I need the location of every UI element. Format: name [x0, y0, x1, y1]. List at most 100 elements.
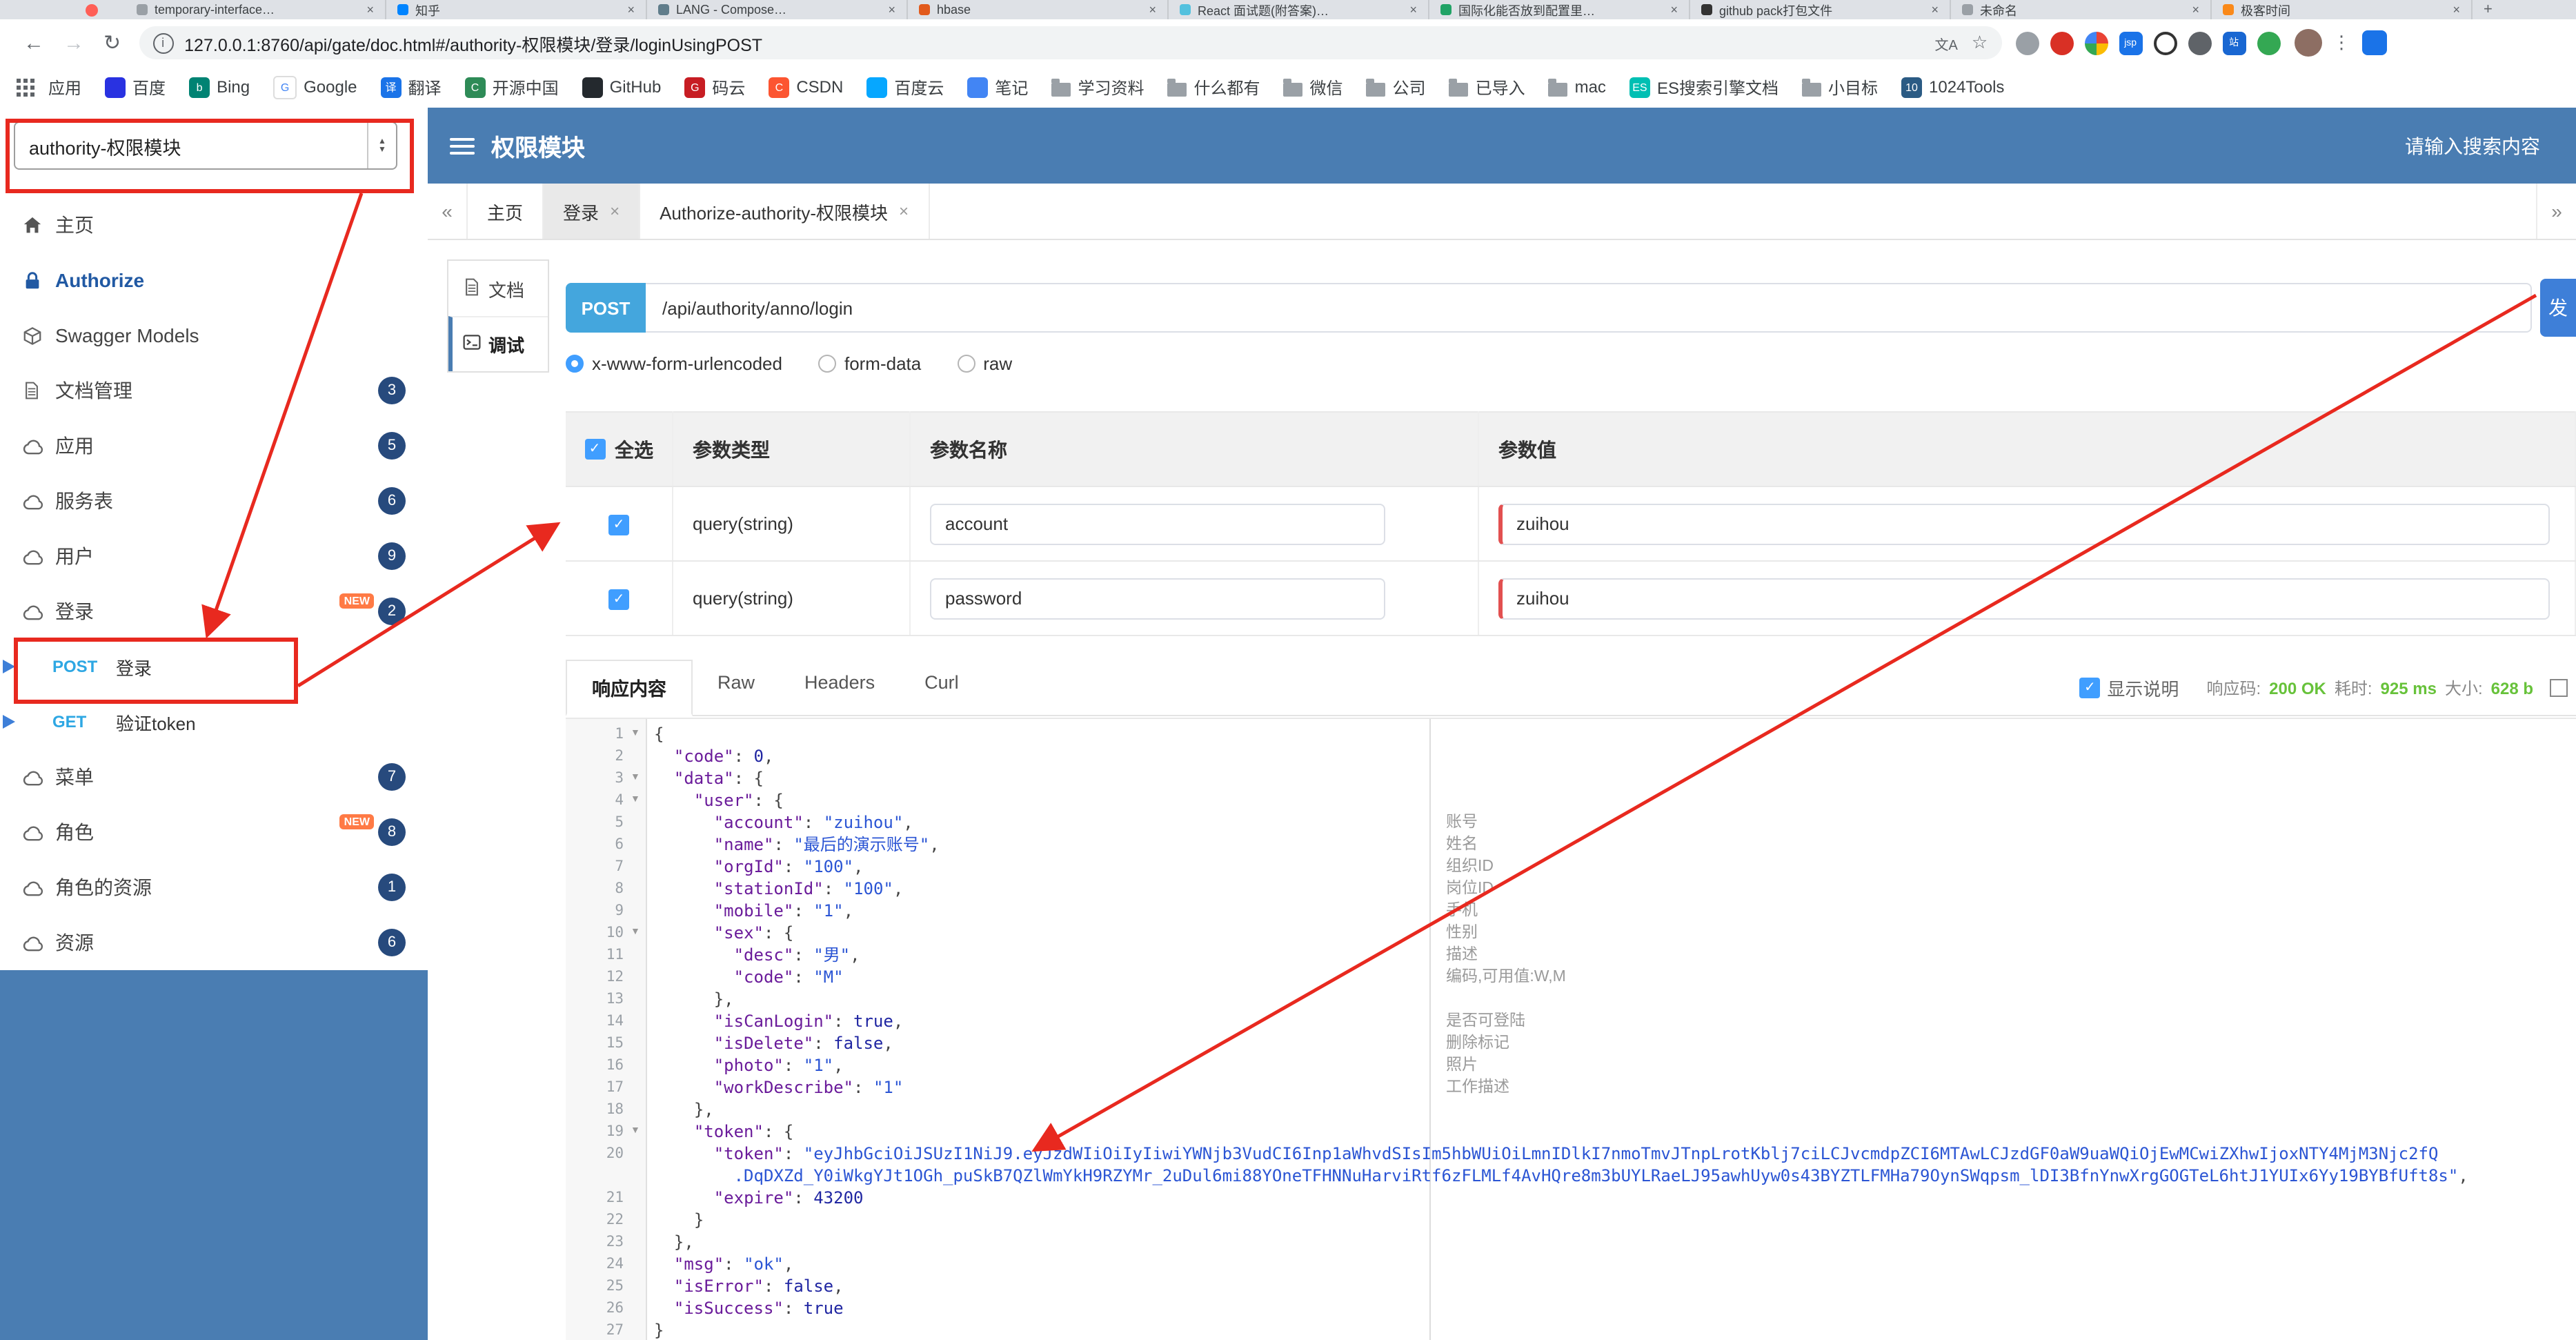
module-select[interactable]: authority-权限模块 ▲ ▼ — [14, 121, 397, 170]
apps-shortcut[interactable]: 应用 — [17, 75, 81, 99]
reload-icon[interactable]: ↻ — [103, 30, 121, 55]
browser-tab[interactable]: LANG - Compose… × — [647, 0, 908, 19]
browser-tab[interactable]: 知乎 × — [386, 0, 647, 19]
pinned-extension-icon[interactable] — [2361, 30, 2387, 55]
select-all-checkbox[interactable]: ✓ — [584, 439, 605, 460]
response-tab-Headers[interactable]: Headers — [780, 660, 900, 715]
bookmark-item[interactable]: 10 1024Tools — [1901, 77, 2004, 97]
bookmark-item[interactable]: 译翻译 — [380, 75, 442, 99]
tab-close-icon[interactable]: × — [366, 3, 374, 17]
bookmark-item[interactable]: 百度 — [105, 75, 166, 99]
window-close-icon[interactable] — [86, 3, 98, 16]
bookmark-item[interactable]: b Bing — [189, 77, 250, 97]
tab-close-icon[interactable]: × — [1409, 3, 1417, 17]
bookmark-item[interactable]: G Google — [273, 75, 357, 99]
new-tab-button[interactable]: + — [2484, 1, 2493, 18]
extension-icon[interactable]: 站 — [2222, 31, 2246, 55]
extension-icon[interactable]: jsp — [2119, 31, 2143, 55]
sidebar-item-Authorize[interactable]: Authorize — [0, 253, 428, 308]
tab-close-icon[interactable]: × — [888, 3, 895, 17]
bookmark-item[interactable]: GitHub — [582, 77, 661, 97]
browser-tab[interactable]: React 面试题(附答案)… × — [1169, 0, 1429, 19]
fold-arrow-icon[interactable]: ▼ — [631, 789, 640, 811]
browser-menu-icon[interactable]: ⋮ — [2332, 32, 2350, 54]
bookmark-item[interactable]: 笔记 — [967, 75, 1028, 99]
sidebar-item-Swagger Models[interactable]: Swagger Models — [0, 308, 428, 363]
tab-close-icon[interactable]: × — [899, 201, 909, 221]
browser-tab[interactable]: 国际化能否放到配置里… × — [1429, 0, 1690, 19]
sidebar-item-用户[interactable]: 用户 9 — [0, 529, 428, 584]
extension-icon[interactable] — [2257, 31, 2281, 55]
sidebar-item-菜单[interactable]: 菜单 7 — [0, 749, 428, 805]
header-search-input[interactable]: 请输入搜索内容 — [2405, 132, 2540, 159]
select-stepper-icon[interactable]: ▲ ▼ — [367, 123, 396, 168]
sidebar-item-角色的资源[interactable]: 角色的资源 1 — [0, 860, 428, 915]
browser-tab[interactable]: 极客时间 × — [2212, 0, 2473, 19]
sidebar-item-角色[interactable]: 角色 NEW 8 — [0, 805, 428, 860]
sidebar-item-get-验证token[interactable]: GET 验证token — [0, 694, 428, 749]
response-tab-响应内容[interactable]: 响应内容 — [566, 660, 693, 716]
sidebar-item-服务表[interactable]: 服务表 6 — [0, 473, 428, 529]
content-type-raw[interactable]: raw — [957, 353, 1012, 373]
bookmark-item[interactable]: ES ES搜索引擎文档 — [1629, 75, 1779, 99]
browser-tab[interactable]: 未命名 × — [1951, 0, 2212, 19]
sidebar-item-文档管理[interactable]: 文档管理 3 — [0, 363, 428, 418]
request-path-input[interactable] — [646, 283, 2532, 333]
fold-arrow-icon[interactable]: ▼ — [631, 1121, 640, 1143]
bookmark-item[interactable]: C 开源中国 — [464, 75, 559, 99]
show-description-toggle[interactable]: ✓ 显示说明 — [2079, 675, 2179, 701]
tab-close-icon[interactable]: × — [627, 3, 635, 17]
page-tab-登录[interactable]: 登录 × — [544, 184, 641, 239]
response-editor[interactable]: 1 ▼{2 "code": 0, 3 ▼ "data": {4 ▼ "user": {5… — [566, 718, 2576, 1340]
bookmark-item[interactable]: 什么都有 — [1167, 75, 1260, 99]
extension-icon[interactable] — [2153, 31, 2177, 55]
extension-icon[interactable] — [2050, 31, 2074, 55]
browser-tab[interactable]: github pack打包文件 × — [1690, 0, 1951, 19]
translate-icon[interactable]: 文A — [1935, 32, 1958, 53]
page-tab-主页[interactable]: 主页 — [468, 184, 544, 239]
sidebar-item-post-登录[interactable]: POST 登录 — [0, 639, 428, 694]
tab-close-icon[interactable]: × — [1149, 3, 1156, 17]
param-value-input[interactable] — [1498, 503, 2550, 544]
tab-close-icon[interactable]: × — [1670, 3, 1678, 17]
sidebar-item-应用[interactable]: 应用 5 — [0, 418, 428, 473]
site-info-icon[interactable]: i — [152, 32, 174, 53]
profile-avatar[interactable] — [2294, 29, 2322, 57]
fold-arrow-icon[interactable]: ▼ — [631, 767, 640, 789]
doc-tab-文档[interactable]: 文档 — [448, 261, 548, 316]
fold-arrow-icon[interactable]: ▼ — [631, 922, 640, 944]
sidebar-item-主页[interactable]: 主页 — [0, 197, 428, 253]
tab-close-icon[interactable]: × — [610, 201, 620, 221]
back-icon[interactable]: ← — [23, 31, 44, 55]
extension-icon[interactable] — [2188, 31, 2212, 55]
url-text[interactable]: 127.0.0.1:8760/api/gate/doc.html#/author… — [184, 30, 762, 56]
show-description-checkbox[interactable]: ✓ — [2079, 678, 2101, 698]
bookmark-item[interactable]: 百度云 — [866, 75, 944, 99]
send-button[interactable]: 发 — [2540, 279, 2576, 337]
scroll-tabs-right-icon[interactable]: » — [2536, 184, 2576, 239]
bookmark-item[interactable]: 微信 — [1283, 75, 1343, 99]
param-value-input[interactable] — [1498, 578, 2550, 619]
content-type-form-data[interactable]: form-data — [818, 353, 921, 373]
browser-tab[interactable]: temporary-interface… × — [126, 0, 386, 19]
page-tab-Authorize-authority-权限模块[interactable]: Authorize-authority-权限模块 × — [640, 184, 930, 239]
bookmark-item[interactable]: 已导入 — [1449, 75, 1525, 99]
doc-tab-调试[interactable]: 调试 — [448, 316, 548, 371]
sidebar-item-登录[interactable]: 登录 NEW 2 — [0, 584, 428, 639]
tab-close-icon[interactable]: × — [1931, 3, 1939, 17]
bookmark-item[interactable]: mac — [1548, 77, 1606, 97]
content-type-x-www-form-urlencoded[interactable]: x-www-form-urlencoded — [566, 353, 782, 373]
bookmark-item[interactable]: G 码云 — [684, 75, 745, 99]
extension-icon[interactable] — [2084, 31, 2108, 55]
response-tab-Curl[interactable]: Curl — [900, 660, 984, 715]
response-tab-Raw[interactable]: Raw — [693, 660, 780, 715]
tab-close-icon[interactable]: × — [2192, 3, 2199, 17]
extension-icon[interactable] — [2015, 31, 2039, 55]
browser-tab[interactable]: hbase × — [908, 0, 1169, 19]
param-name-input[interactable] — [930, 503, 1385, 544]
bookmark-item[interactable]: 学习资料 — [1051, 75, 1144, 99]
scroll-tabs-left-icon[interactable]: « — [428, 184, 468, 239]
row-checkbox[interactable]: ✓ — [608, 514, 629, 535]
row-checkbox[interactable]: ✓ — [608, 589, 629, 610]
forward-icon[interactable]: → — [63, 31, 84, 55]
